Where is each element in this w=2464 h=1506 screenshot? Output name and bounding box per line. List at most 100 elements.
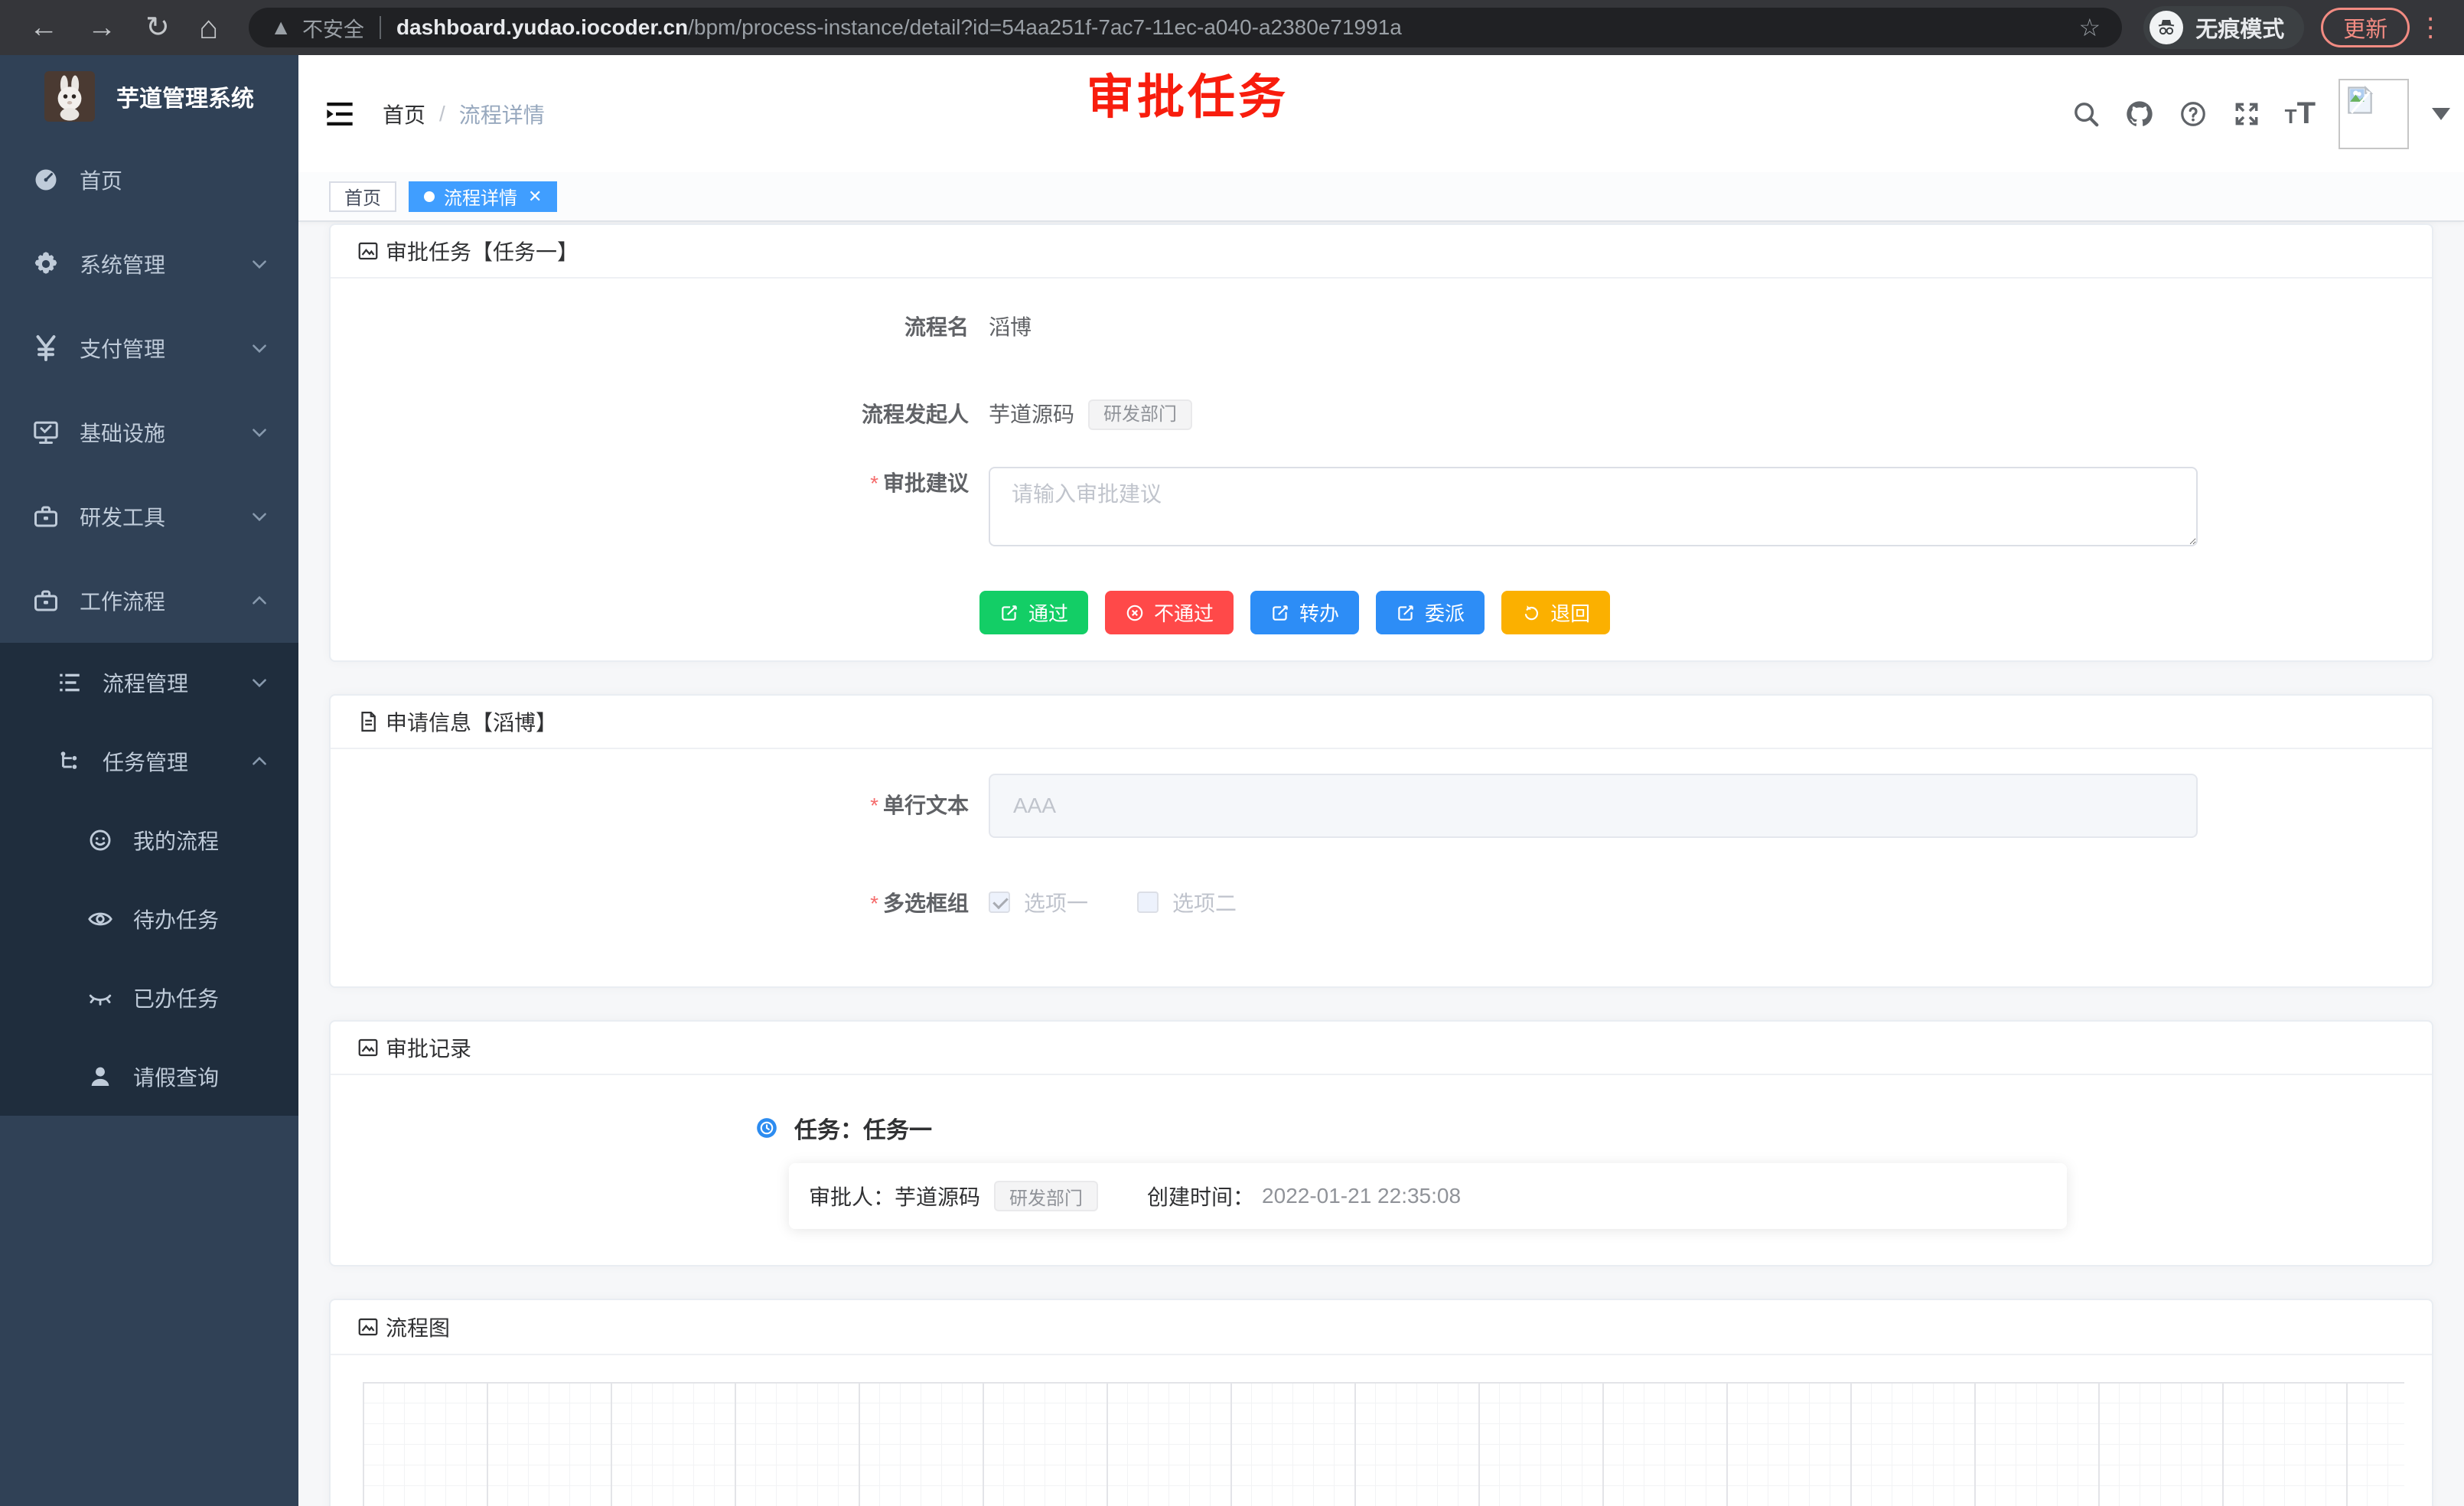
- breadcrumb: 首页 / 流程详情: [383, 99, 545, 129]
- approve-card-header: 审批任务【任务一】: [331, 225, 2432, 279]
- navbar: 首页 / 流程详情 审批任务 TT: [298, 55, 2464, 172]
- edit-icon: [1270, 603, 1290, 623]
- flow-diagram-card: 流程图: [329, 1299, 2433, 1506]
- suggest-row: *审批建议: [331, 467, 2432, 546]
- list-icon: [57, 670, 83, 696]
- sidebar-item-devtools[interactable]: 研发工具: [0, 474, 298, 559]
- diagram-card-header: 流程图: [331, 1300, 2432, 1355]
- edit-icon: [999, 603, 1019, 623]
- sidebar-item-todo-tasks[interactable]: 待办任务: [0, 879, 298, 958]
- user-icon: [87, 1064, 113, 1090]
- dashboard-icon: [32, 166, 60, 194]
- process-name-label: 流程名: [331, 311, 989, 344]
- assignee-dept-tag: 研发部门: [994, 1181, 1098, 1211]
- app-logo-row[interactable]: 芋道管理系统: [0, 55, 298, 138]
- security-label[interactable]: 不安全: [302, 13, 364, 43]
- eye-closed-icon: [87, 985, 113, 1011]
- app-title: 芋道管理系统: [116, 80, 254, 113]
- assignee-value: 芋道源码: [895, 1181, 980, 1211]
- breadcrumb-home[interactable]: 首页: [383, 99, 425, 129]
- sidebar-item-payment[interactable]: 支付管理: [0, 306, 298, 390]
- url-separator: [380, 16, 381, 39]
- fullscreen-icon[interactable]: [2231, 99, 2262, 129]
- tab-home[interactable]: 首页: [329, 181, 396, 212]
- chevron-down-icon: [249, 338, 269, 358]
- checkbox-option-1: 选项一: [989, 887, 1088, 918]
- monitor-icon: [32, 419, 60, 446]
- process-name-value: 滔博: [989, 311, 1032, 344]
- timeline-item: 任务：任务一: [756, 1111, 2432, 1145]
- apply-card-title: 申请信息【滔博】: [386, 706, 557, 737]
- sidebar-item-home[interactable]: 首页: [0, 138, 298, 222]
- approve-card-title: 审批任务【任务一】: [386, 236, 579, 266]
- url-host: dashboard.yudao.iocoder.cn: [396, 15, 688, 40]
- undo-icon: [1521, 603, 1541, 623]
- breadcrumb-current: 流程详情: [459, 99, 545, 129]
- pass-button[interactable]: 通过: [979, 591, 1088, 634]
- eye-open-icon: [87, 906, 113, 932]
- checkbox-checked-icon: [989, 892, 1010, 913]
- approval-records-card: 审批记录 任务：任务一 审批人： 芋道源码 研发部门 创建时间： 2022-01…: [329, 1020, 2433, 1266]
- sidebar-item-workflow[interactable]: 工作流程: [0, 559, 298, 643]
- created-time: 2022-01-21 22:35:08: [1262, 1184, 1461, 1208]
- tab-process-detail[interactable]: 流程详情 ✕: [409, 181, 557, 212]
- sidebar-item-my-process[interactable]: 我的流程: [0, 800, 298, 879]
- suggest-textarea[interactable]: [989, 467, 2198, 546]
- picture-icon: [357, 1036, 380, 1059]
- document-icon: [357, 710, 380, 733]
- diagram-card-title: 流程图: [386, 1312, 450, 1342]
- warning-icon: ▲: [270, 15, 292, 40]
- main-area: 首页 / 流程详情 审批任务 TT 首页 流程详情 ✕: [298, 55, 2464, 1506]
- reload-icon[interactable]: ↻: [145, 13, 170, 42]
- bpmn-canvas[interactable]: [363, 1382, 2404, 1506]
- checkbox-group-label: *多选框组: [331, 887, 989, 921]
- chevron-up-icon: [249, 591, 269, 611]
- reject-button[interactable]: 不通过: [1105, 591, 1234, 634]
- incognito-label: 无痕模式: [2195, 11, 2284, 44]
- breadcrumb-separator: /: [439, 102, 445, 126]
- apply-info-card: 申请信息【滔博】 *单行文本 *多选框组 选项一: [329, 694, 2433, 988]
- update-button[interactable]: 更新: [2321, 8, 2410, 47]
- single-text-input: [989, 774, 2198, 838]
- close-icon[interactable]: ✕: [528, 187, 542, 207]
- delegate-button[interactable]: 委派: [1376, 591, 1485, 634]
- single-text-label: *单行文本: [331, 789, 989, 823]
- url-bar[interactable]: ▲ 不安全 dashboard.yudao.iocoder.cn/bpm/pro…: [249, 8, 2122, 47]
- sidebar-item-leave-query[interactable]: 请假查询: [0, 1037, 298, 1116]
- transfer-button[interactable]: 转办: [1250, 591, 1359, 634]
- face-icon: [87, 827, 113, 853]
- approve-task-card: 审批任务【任务一】 流程名 滔博 流程发起人 芋道源码 研发部门 *审批建议: [329, 223, 2433, 662]
- github-icon[interactable]: [2124, 99, 2155, 129]
- font-size-icon[interactable]: TT: [2285, 96, 2316, 131]
- bookmark-star-icon[interactable]: ☆: [2079, 13, 2101, 42]
- sidebar-item-task-mgmt[interactable]: 任务管理: [0, 722, 298, 800]
- browser-toolbar: ← → ↻ ⌂ ▲ 不安全 dashboard.yudao.iocoder.cn…: [0, 0, 2464, 55]
- forward-icon[interactable]: →: [87, 13, 116, 42]
- sidebar-item-done-tasks[interactable]: 已办任务: [0, 958, 298, 1037]
- chevron-down-icon: [249, 673, 269, 693]
- help-icon[interactable]: [2178, 99, 2208, 129]
- chevron-down-icon: [249, 507, 269, 526]
- chevron-up-icon: [249, 751, 269, 771]
- search-icon[interactable]: [2071, 99, 2101, 129]
- chevron-down-icon: [249, 254, 269, 274]
- sidebar-item-system[interactable]: 系统管理: [0, 222, 298, 306]
- avatar[interactable]: [2339, 79, 2409, 149]
- browser-menu-icon[interactable]: ⋮: [2417, 12, 2443, 43]
- initiator-label: 流程发起人: [331, 398, 989, 432]
- sidebar-item-process-mgmt[interactable]: 流程管理: [0, 643, 298, 722]
- created-label: 创建时间：: [1147, 1181, 1254, 1211]
- navbar-actions: TT: [2071, 55, 2450, 172]
- sidebar-fold-icon[interactable]: [324, 101, 355, 127]
- chevron-down-icon: [249, 422, 269, 442]
- picture-icon: [357, 240, 380, 262]
- avatar-dropdown-icon[interactable]: [2432, 108, 2450, 120]
- circle-close-icon: [1125, 603, 1145, 623]
- initiator-value: 芋道源码 研发部门: [989, 398, 1192, 432]
- home-icon[interactable]: ⌂: [199, 11, 218, 44]
- process-name-row: 流程名 滔博: [331, 311, 2432, 344]
- apply-card-header: 申请信息【滔博】: [331, 696, 2432, 749]
- sidebar-item-infra[interactable]: 基础设施: [0, 390, 298, 474]
- return-button[interactable]: 退回: [1501, 591, 1610, 634]
- back-icon[interactable]: ←: [29, 13, 58, 42]
